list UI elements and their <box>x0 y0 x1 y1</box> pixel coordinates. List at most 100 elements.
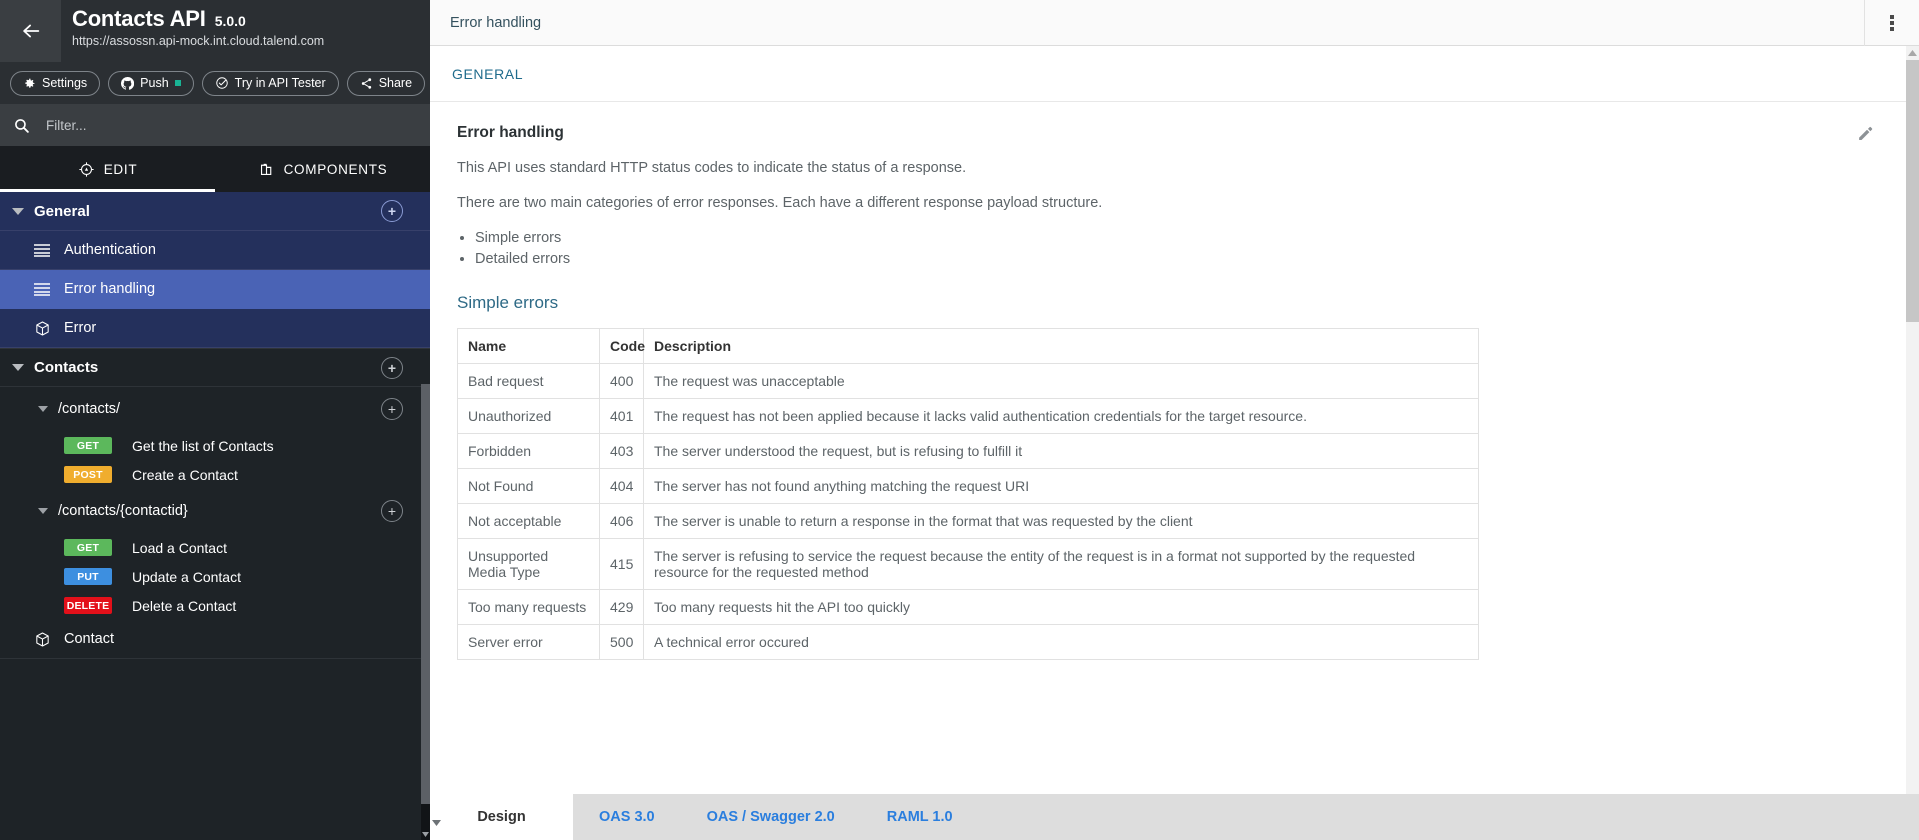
operation-update-a-contact-label: Update a Contact <box>132 568 241 585</box>
add-operation-contactid-button[interactable]: + <box>381 500 403 522</box>
components-icon <box>260 163 271 175</box>
error-category-list: Simple errors Detailed errors <box>475 230 1919 267</box>
try-label: Try in API Tester <box>234 76 326 90</box>
settings-label: Settings <box>42 76 88 90</box>
add-operation-contacts-button[interactable]: + <box>381 398 403 420</box>
tab-oas-3[interactable]: OAS 3.0 <box>573 794 681 840</box>
table-row: Not Found 404 The server has not found a… <box>457 468 1479 504</box>
document-area: GENERAL Error handling This API uses sta… <box>430 46 1919 794</box>
tree-group-general-label: General <box>34 202 90 220</box>
tree-path-contacts-label: /contacts/ <box>58 401 121 417</box>
operation-create-a-contact[interactable]: POST Create a Contact <box>0 460 430 489</box>
method-badge-delete: DELETE <box>64 597 112 614</box>
tree-path-contacts-contactid[interactable]: /contacts/{contactid} + <box>0 489 430 533</box>
push-label: Push <box>140 76 169 90</box>
cell-description: The request was unacceptable <box>643 363 1479 399</box>
tree-path-contacts-contactid-label: /contacts/{contactid} <box>58 503 188 519</box>
sidebar-scroll-down-arrow[interactable] <box>421 828 430 840</box>
cell-name: Unauthorized <box>457 398 600 434</box>
back-button[interactable] <box>0 0 61 62</box>
sidebar-item-contact-model[interactable]: Contact <box>0 620 430 659</box>
cell-code: 403 <box>599 433 644 469</box>
list-icon <box>32 282 52 296</box>
chevron-down-icon <box>12 364 24 371</box>
document-title: Error handling <box>457 124 564 141</box>
tab-edit[interactable]: EDIT <box>0 146 215 192</box>
main-body: GENERAL Error handling This API uses sta… <box>430 46 1919 794</box>
main-scrollbar-thumb[interactable] <box>1906 60 1919 322</box>
tab-oas-swagger-2[interactable]: OAS / Swagger 2.0 <box>681 794 861 840</box>
cell-code: 415 <box>599 538 644 590</box>
sidebar-scrollbar[interactable] <box>421 384 430 840</box>
table-row: Unsupported Media Type 415 The server is… <box>457 538 1479 590</box>
add-general-item-button[interactable]: + <box>381 200 403 222</box>
try-in-api-tester-button[interactable]: Try in API Tester <box>201 70 339 96</box>
sidebar-item-error-model[interactable]: Error <box>0 309 430 348</box>
cell-description: Too many requests hit the API too quickl… <box>643 589 1479 625</box>
sidebar-toolbar: Settings Push Try in API Tester Share <box>0 62 449 104</box>
tab-raml-1[interactable]: RAML 1.0 <box>861 794 979 840</box>
section-general-label: GENERAL <box>452 65 524 82</box>
api-url: https://assossn.api-mock.int.cloud.talen… <box>72 34 325 48</box>
cell-name: Unsupported Media Type <box>457 538 600 590</box>
tab-design[interactable]: Design <box>430 794 573 840</box>
table-header-row: Name Code Description <box>457 328 1479 364</box>
filter-input[interactable] <box>46 117 346 133</box>
sidebar-tabs: EDIT COMPONENTS <box>0 146 430 192</box>
cell-description: The server has not found anything matchi… <box>643 468 1479 504</box>
check-circle-icon <box>215 77 228 89</box>
api-title: Contacts API <box>72 6 206 31</box>
sidebar-scrollbar-thumb[interactable] <box>421 384 430 804</box>
edit-description-button[interactable] <box>1856 124 1875 148</box>
tree-group-general[interactable]: General + <box>0 192 430 231</box>
cell-name: Not acceptable <box>457 503 600 539</box>
document-content: Error handling This API uses standard HT… <box>430 102 1919 660</box>
table-header-name: Name <box>457 328 600 364</box>
tree-group-contacts[interactable]: Contacts + <box>0 348 430 387</box>
table-row: Not acceptable 406 The server is unable … <box>457 503 1479 539</box>
method-badge-get: GET <box>64 437 112 454</box>
list-icon <box>32 243 52 257</box>
main-scroll-up-arrow[interactable] <box>1906 46 1919 60</box>
main-panel: Error handling GENERAL Error handling Th… <box>430 0 1919 840</box>
kebab-menu-button[interactable] <box>1864 0 1919 46</box>
pencil-edit-icon <box>1859 126 1873 140</box>
list-item: Detailed errors <box>475 251 1919 267</box>
share-label: Share <box>378 76 413 90</box>
operation-load-a-contact-label: Load a Contact <box>132 539 227 556</box>
sidebar-item-error-model-label: Error <box>64 320 97 336</box>
tab-edit-label: EDIT <box>103 161 138 177</box>
table-row: Bad request 400 The request was unaccept… <box>457 363 1479 399</box>
method-badge-post: POST <box>64 466 112 483</box>
sidebar-tree: General + Authentication Error handling <box>0 192 430 840</box>
operation-delete-a-contact[interactable]: DELETE Delete a Contact <box>0 591 430 620</box>
share-button[interactable]: Share <box>346 70 426 96</box>
cell-name: Bad request <box>457 363 600 399</box>
sidebar-header: Contacts API 5.0.0 https://assossn.api-m… <box>0 0 430 62</box>
main-scroll-down-arrow[interactable] <box>430 820 443 826</box>
cell-code: 406 <box>599 503 644 539</box>
cell-description: The server is unable to return a respons… <box>643 503 1479 539</box>
operation-get-list-of-contacts[interactable]: GET Get the list of Contacts <box>0 431 430 460</box>
list-item: Simple errors <box>475 230 1919 246</box>
cell-name: Not Found <box>457 468 600 504</box>
operation-update-a-contact[interactable]: PUT Update a Contact <box>0 562 430 591</box>
tree-path-contacts[interactable]: /contacts/ + <box>0 387 430 431</box>
cell-description: The server understood the request, but i… <box>643 433 1479 469</box>
sidebar-item-error-handling[interactable]: Error handling <box>0 270 430 309</box>
document-paragraph-2: There are two main categories of error r… <box>457 195 1103 211</box>
sidebar-item-authentication[interactable]: Authentication <box>0 231 430 270</box>
cell-name: Forbidden <box>457 433 600 469</box>
settings-button[interactable]: Settings <box>10 70 101 96</box>
tab-components[interactable]: COMPONENTS <box>215 146 430 192</box>
table-header-code: Code <box>599 328 645 364</box>
add-contacts-item-button[interactable]: + <box>381 356 403 379</box>
table-row: Too many requests 429 Too many requests … <box>457 589 1479 625</box>
share-icon <box>361 77 371 89</box>
method-badge-get: GET <box>64 539 112 556</box>
operation-load-a-contact[interactable]: GET Load a Contact <box>0 533 430 562</box>
table-row: Forbidden 403 The server understood the … <box>457 433 1479 469</box>
main-scrollbar[interactable] <box>1906 46 1919 794</box>
document-paragraph-1: This API uses standard HTTP status codes… <box>457 160 967 176</box>
push-button[interactable]: Push <box>108 70 194 96</box>
